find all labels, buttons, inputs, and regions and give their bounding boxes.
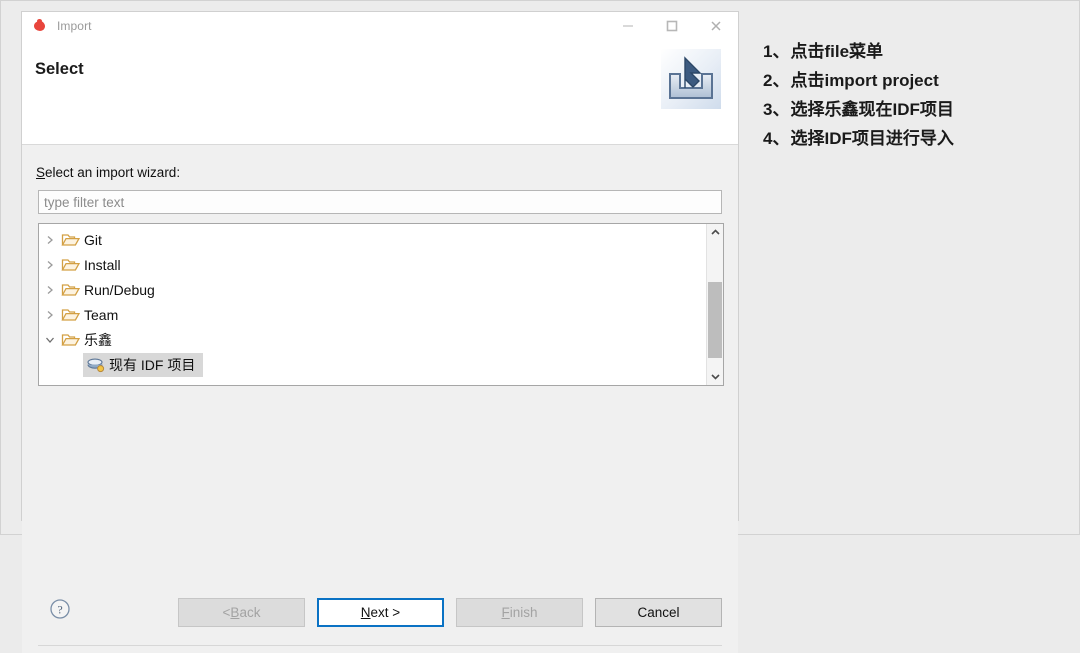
- chevron-right-icon[interactable]: [39, 235, 61, 245]
- maximize-icon[interactable]: [650, 12, 694, 40]
- page-title: Select: [35, 60, 84, 78]
- chevron-right-icon[interactable]: [39, 260, 61, 270]
- instruction-number: 3、: [763, 100, 790, 119]
- cancel-button[interactable]: Cancel: [595, 598, 722, 627]
- idf-project-icon: [87, 357, 105, 373]
- svg-text:?: ?: [57, 603, 62, 617]
- footer-divider: [38, 645, 722, 646]
- back-button-suffix: ack: [239, 605, 261, 620]
- wizard-select-label: Select an import wizard:: [36, 165, 180, 180]
- tree-item-label: Install: [84, 256, 121, 273]
- window-controls: [606, 12, 738, 40]
- folder-icon: [61, 232, 81, 248]
- instruction-text: 选择乐鑫现在IDF项目: [790, 100, 954, 119]
- import-dialog: Import Select Select an import wizard: t…: [21, 11, 739, 653]
- folder-icon: [61, 307, 81, 323]
- next-button-mnemonic: N: [360, 605, 371, 620]
- minimize-icon[interactable]: [606, 12, 650, 40]
- filter-input[interactable]: [38, 190, 722, 214]
- instruction-text: 点击import project: [790, 71, 939, 90]
- tree-item-label: Git: [84, 231, 102, 248]
- import-tray-arrow-icon: [660, 48, 722, 110]
- instruction-item: 3、 选择乐鑫现在IDF项目: [763, 95, 1063, 124]
- import-wizard-tree[interactable]: Git Install Run/Debug Team 乐鑫 现有 IDF 项目: [38, 223, 724, 386]
- chevron-right-icon[interactable]: [39, 285, 61, 295]
- tree-item-existing-idf-project[interactable]: 现有 IDF 项目: [39, 352, 706, 377]
- finish-button[interactable]: Finish: [456, 598, 583, 627]
- next-button-suffix: ext >: [370, 605, 401, 620]
- instruction-item: 2、 点击import project: [763, 66, 1063, 95]
- dialog-body: Select an import wizard: type filter tex…: [22, 145, 738, 653]
- back-button-mnemonic: B: [230, 605, 240, 620]
- instruction-number: 1、: [763, 42, 790, 61]
- next-button[interactable]: Next >: [317, 598, 444, 627]
- scroll-up-icon[interactable]: [707, 224, 723, 241]
- tree-item-espressif[interactable]: 乐鑫: [39, 327, 706, 352]
- instruction-list: 1、 点击file菜单 2、 点击import project 3、 选择乐鑫现…: [763, 37, 1063, 153]
- back-button[interactable]: < Back: [178, 598, 305, 627]
- instruction-number: 4、: [763, 129, 790, 148]
- instruction-text: 选择IDF项目进行导入: [790, 129, 954, 148]
- finish-button-mnemonic: F: [501, 605, 510, 620]
- folder-icon: [61, 257, 81, 273]
- tree-item-install[interactable]: Install: [39, 252, 706, 277]
- wizard-select-label-rest: elect an import wizard:: [45, 165, 181, 180]
- tree-item-label: 乐鑫: [84, 331, 112, 348]
- instruction-text: 点击file菜单: [790, 42, 884, 61]
- tree-item-label: Run/Debug: [84, 281, 155, 298]
- instruction-number: 2、: [763, 71, 790, 90]
- instruction-item: 1、 点击file菜单: [763, 37, 1063, 66]
- back-button-prefix: <: [222, 605, 231, 620]
- scrollbar-thumb[interactable]: [708, 282, 722, 358]
- finish-button-suffix: inish: [509, 605, 538, 620]
- instruction-item: 4、 选择IDF项目进行导入: [763, 124, 1063, 153]
- dialog-button-row: < Back Next > Finish Cancel: [178, 598, 722, 627]
- eclipse-red-sphere-icon: [32, 18, 48, 34]
- tree-list: Git Install Run/Debug Team 乐鑫 现有 IDF 项目: [39, 224, 706, 385]
- cancel-button-label: Cancel: [637, 605, 680, 620]
- dialog-title: Import: [57, 19, 92, 33]
- close-icon[interactable]: [694, 12, 738, 40]
- folder-icon: [61, 332, 81, 348]
- chevron-right-icon[interactable]: [39, 310, 61, 320]
- tree-item-label: Team: [84, 306, 119, 323]
- tree-item-git[interactable]: Git: [39, 227, 706, 252]
- help-question-icon[interactable]: ?: [49, 598, 71, 620]
- wizard-select-label-mnemonic: S: [36, 165, 46, 180]
- page-canvas: Import Select Select an import wizard: t…: [0, 0, 1080, 653]
- tree-item-run-debug[interactable]: Run/Debug: [39, 277, 706, 302]
- tree-selection-highlight: 现有 IDF 项目: [83, 352, 204, 377]
- tree-item-label: 现有 IDF 项目: [109, 356, 196, 373]
- tree-vertical-scrollbar[interactable]: [706, 224, 723, 385]
- scroll-down-icon[interactable]: [707, 368, 723, 385]
- tree-item-team[interactable]: Team: [39, 302, 706, 327]
- dialog-titlebar: Import: [22, 12, 738, 40]
- chevron-down-icon[interactable]: [39, 335, 61, 345]
- folder-icon: [61, 282, 81, 298]
- dialog-header: Select: [22, 40, 738, 145]
